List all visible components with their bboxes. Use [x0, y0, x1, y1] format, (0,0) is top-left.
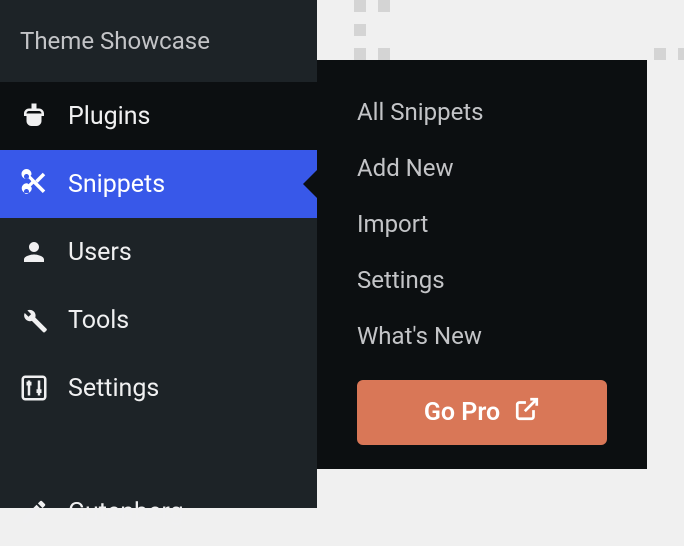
- submenu-add-new[interactable]: Add New: [317, 140, 647, 196]
- submenu-settings[interactable]: Settings: [317, 252, 647, 308]
- menu-label: Settings: [68, 374, 159, 403]
- pencil-icon: [16, 494, 52, 530]
- menu-label: Tools: [68, 306, 129, 335]
- menu-label: Snippets: [68, 170, 165, 199]
- external-link-icon: [514, 396, 540, 429]
- sliders-icon: [16, 370, 52, 406]
- plugins-icon: [16, 98, 52, 134]
- user-icon: [16, 234, 52, 270]
- wrench-icon: [16, 302, 52, 338]
- sidebar-item-settings[interactable]: Settings: [0, 354, 317, 422]
- sidebar-item-gutenberg[interactable]: Gutenberg: [0, 478, 317, 546]
- scissors-icon: [16, 166, 52, 202]
- sidebar-item-users[interactable]: Users: [0, 218, 317, 286]
- sidebar-item-snippets[interactable]: Snippets: [0, 150, 317, 218]
- sidebar-item-tools[interactable]: Tools: [0, 286, 317, 354]
- sidebar-item-plugins[interactable]: Plugins: [0, 82, 317, 150]
- theme-showcase-link[interactable]: Theme Showcase: [0, 0, 317, 82]
- snippets-submenu: All Snippets Add New Import Settings Wha…: [317, 60, 647, 469]
- submenu-whats-new[interactable]: What's New: [317, 308, 647, 364]
- menu-label: Users: [68, 238, 132, 267]
- admin-sidebar: Theme Showcase Plugins Snippets Users: [0, 0, 317, 508]
- submenu-import[interactable]: Import: [317, 196, 647, 252]
- go-pro-button[interactable]: Go Pro: [357, 380, 607, 445]
- menu-label: Plugins: [68, 102, 150, 131]
- submenu-all-snippets[interactable]: All Snippets: [317, 84, 647, 140]
- menu-label: Gutenberg: [68, 498, 184, 527]
- go-pro-label: Go Pro: [424, 398, 500, 427]
